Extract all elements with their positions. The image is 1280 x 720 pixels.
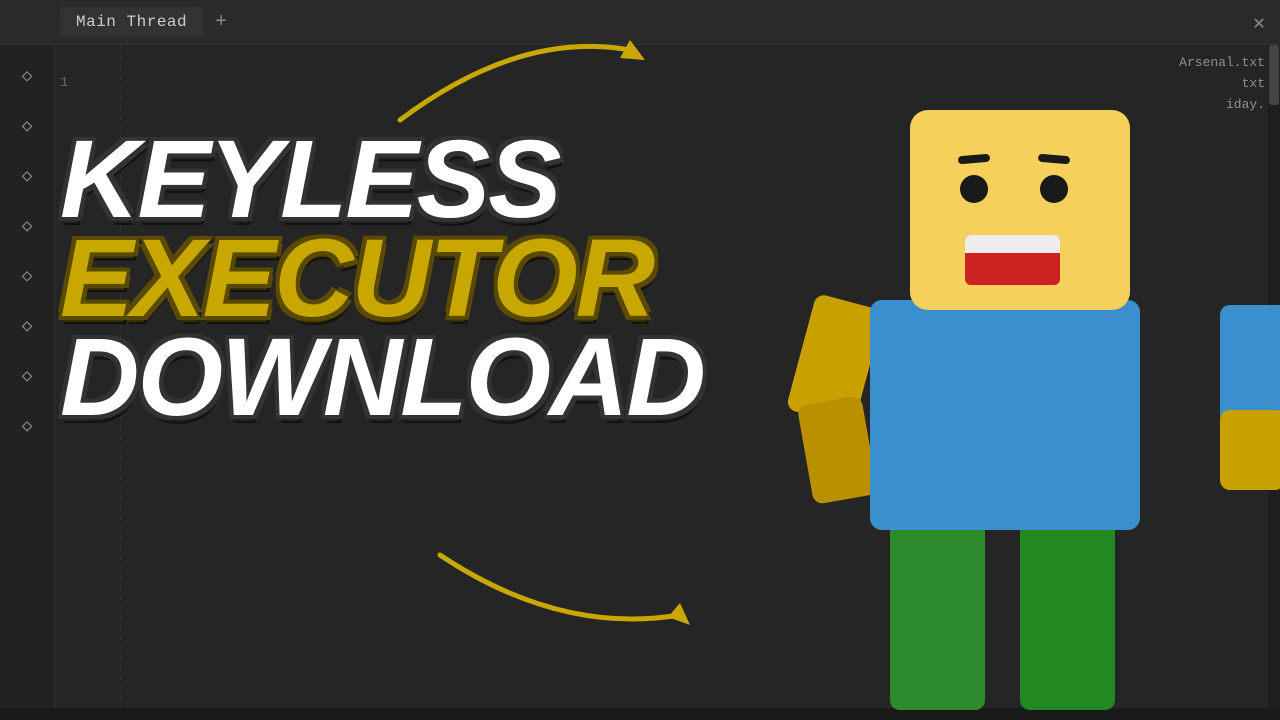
arm-right-upper <box>1220 305 1280 425</box>
diamond-icon-3[interactable]: ◇ <box>11 160 43 192</box>
brow-left <box>958 154 991 165</box>
left-icon-panel: ▶ ◇ ◇ ◇ ◇ ◇ ◇ ◇ ◇ <box>0 0 55 720</box>
main-thread-tab[interactable]: Main Thread <box>60 7 203 37</box>
mouth-teeth <box>965 235 1060 253</box>
arrow-bottom <box>420 535 700 660</box>
title-container: KEYLESS EXECUTOR DOWNLOAD <box>60 130 704 427</box>
arm-right-lower <box>1220 410 1280 490</box>
brow-right <box>1038 154 1071 165</box>
diamond-icon-6[interactable]: ◇ <box>11 310 43 342</box>
title-keyless: KEYLESS <box>60 130 704 229</box>
arm-right <box>1220 305 1280 505</box>
noob-body <box>870 300 1140 530</box>
line-numbers: 1 <box>55 65 95 101</box>
arm-left <box>800 300 870 500</box>
roblox-character-area <box>700 45 1280 720</box>
close-button[interactable]: ✕ <box>1253 10 1265 36</box>
roblox-noob <box>790 90 1280 720</box>
diamond-icon-8[interactable]: ◇ <box>11 410 43 442</box>
diamond-icon-1[interactable]: ◇ <box>11 60 43 92</box>
new-tab-button[interactable]: + <box>215 11 227 34</box>
eye-left <box>960 175 988 203</box>
noob-head <box>910 110 1130 310</box>
diamond-icon-7[interactable]: ◇ <box>11 360 43 392</box>
diamond-icon-2[interactable]: ◇ <box>11 110 43 142</box>
diamond-icon-5[interactable]: ◇ <box>11 260 43 292</box>
main-container: ▶ ◇ ◇ ◇ ◇ ◇ ◇ ◇ ◇ Main Thread + ✕ 1 Arse… <box>0 0 1280 720</box>
title-executor: EXECUTOR <box>60 229 704 328</box>
tab-label: Main Thread <box>76 13 187 31</box>
leg-right <box>1020 510 1115 710</box>
eye-right <box>1040 175 1068 203</box>
leg-left <box>890 510 985 710</box>
title-download: DOWNLOAD <box>60 328 704 427</box>
arm-left-lower <box>797 395 878 505</box>
diamond-icon-4[interactable]: ◇ <box>11 210 43 242</box>
noob-mouth <box>965 235 1060 285</box>
line-number-1: 1 <box>60 75 90 91</box>
